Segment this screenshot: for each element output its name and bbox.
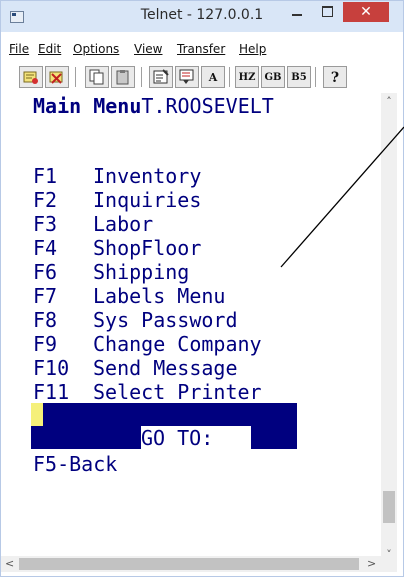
menu-item-f4: F4 ShopFloor (33, 236, 202, 260)
menu-item-f1: F1 Inventory (33, 164, 202, 188)
horizontal-scrollbar[interactable]: < > (1, 556, 381, 572)
menu-options[interactable]: Options (73, 42, 119, 56)
menu-view[interactable]: View (134, 42, 162, 56)
telnet-window: Telnet - 127.0.0.1 ✕ File Edit Options V… (0, 0, 404, 577)
horizontal-scroll-thumb[interactable] (19, 558, 359, 570)
text-cursor (31, 403, 43, 426)
properties-icon (153, 69, 169, 84)
resize-grip[interactable] (381, 556, 397, 572)
terminal-header: Main MenuT.ROOSEVELT (33, 95, 274, 117)
input-bar-left (31, 426, 141, 449)
input-field-bar[interactable] (31, 403, 297, 426)
close-button[interactable]: ✕ (343, 2, 389, 22)
terminal-screen[interactable]: Main MenuT.ROOSEVELT F1 Inventory F2 Inqui… (23, 93, 381, 566)
paste-icon (116, 70, 129, 85)
vertical-scroll-thumb[interactable] (383, 491, 395, 523)
menu-item-f7: F7 Labels Menu (33, 284, 226, 308)
minimize-icon (292, 14, 302, 16)
menu-transfer[interactable]: Transfer (177, 42, 225, 56)
font-button[interactable]: A (201, 66, 225, 88)
font-settings-button[interactable] (175, 66, 199, 88)
menu-help[interactable]: Help (239, 42, 266, 56)
connect-icon (23, 71, 38, 84)
scroll-up-icon[interactable]: ˄ (381, 95, 397, 108)
menu-item-f9: F9 Change Company (33, 332, 262, 356)
menu-file[interactable]: File (9, 42, 29, 56)
help-button[interactable]: ? (323, 66, 347, 88)
title-bar[interactable]: Telnet - 127.0.0.1 ✕ (1, 1, 403, 32)
hz-encoding-button[interactable]: HZ (235, 66, 259, 88)
menu-item-f11: F11 Select Printer (33, 380, 262, 404)
menu-title: Main Menu (33, 94, 142, 118)
b5-encoding-button[interactable]: B5 (287, 66, 311, 88)
toolbar: A HZ GB B5 ? (1, 64, 403, 92)
paste-button[interactable] (111, 66, 135, 88)
maximize-button[interactable] (313, 2, 341, 22)
menu-item-f3: F3 Labor (33, 212, 154, 236)
disconnect-icon (49, 71, 63, 84)
menu-item-f8: F8 Sys Password (33, 308, 238, 332)
goto-input[interactable] (251, 426, 297, 449)
minimize-button[interactable] (283, 2, 311, 22)
goto-label: GO TO: (141, 426, 214, 450)
properties-button[interactable] (149, 66, 173, 88)
back-option: F5-Back (33, 452, 118, 476)
menu-item-f2: F2 Inquiries (33, 188, 202, 212)
menu-item-f10: F10 Send Message (33, 356, 238, 380)
copy-icon (89, 69, 104, 85)
menu-item-f6: F6 Shipping (33, 260, 190, 284)
vertical-scrollbar[interactable]: ˄ ˅ (381, 93, 397, 566)
user-name: T.ROOSEVELT (141, 94, 274, 118)
font-icon (179, 69, 194, 84)
disconnect-button[interactable] (45, 66, 69, 88)
menu-edit[interactable]: Edit (38, 42, 61, 56)
scroll-left-icon[interactable]: < (5, 557, 14, 570)
gb-encoding-button[interactable]: GB (261, 66, 285, 88)
scroll-right-icon[interactable]: > (367, 557, 376, 570)
menu-bar: File Edit Options View Transfer Help (1, 38, 403, 60)
maximize-icon (322, 6, 333, 17)
copy-button[interactable] (85, 66, 109, 88)
connect-button[interactable] (19, 66, 43, 88)
close-icon: ✕ (360, 4, 372, 20)
